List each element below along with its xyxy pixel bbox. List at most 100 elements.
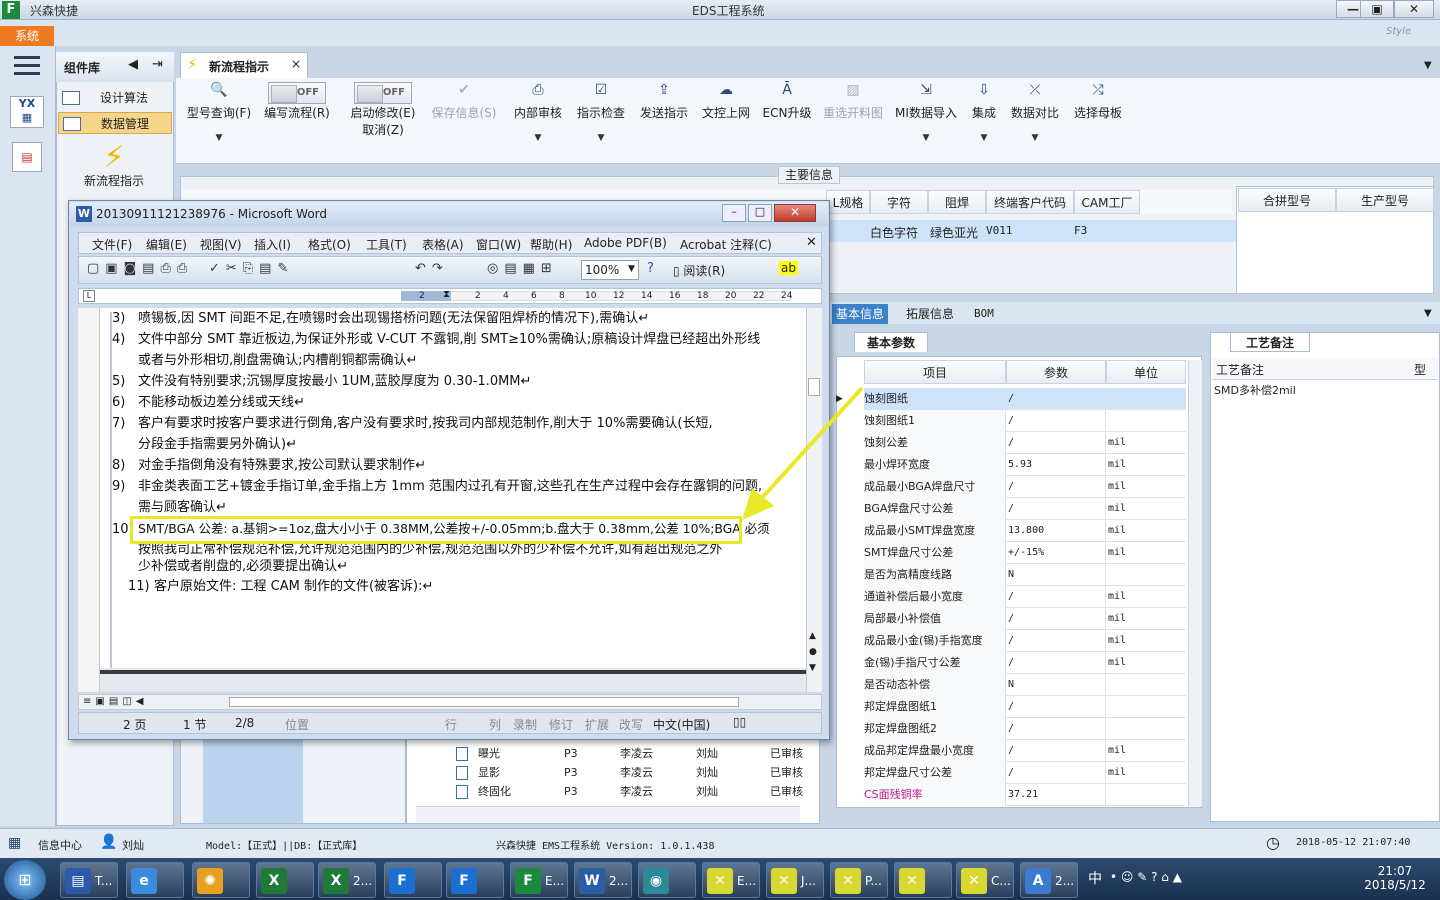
- table-row[interactable]: 白色字符 绿色亚光 V011 F3: [826, 220, 1236, 242]
- param-value[interactable]: /: [1006, 652, 1106, 674]
- read-mode-button[interactable]: ▯ 阅读(R): [673, 262, 725, 279]
- word-menu-item[interactable]: 文件(F): [92, 236, 132, 253]
- taskbar-item[interactable]: W 2...: [574, 862, 632, 898]
- document-line[interactable]: 6) 不能移动板边差分线或天线↵: [112, 392, 305, 413]
- instruction-check-button[interactable]: ☑ 指示检查 ▼: [572, 82, 630, 162]
- word-menu-item[interactable]: 工具(T): [366, 236, 407, 253]
- param-value[interactable]: /: [1006, 762, 1106, 784]
- param-value[interactable]: N: [1006, 564, 1106, 586]
- mi-import-button[interactable]: ⇲ MI数据导入 ▼: [892, 82, 960, 162]
- tab-close-icon[interactable]: ×: [291, 57, 301, 71]
- toolbar-icons-insert[interactable]: ◎▤▦⊞: [487, 261, 558, 276]
- pin-icon[interactable]: ⇥: [152, 57, 163, 72]
- zoom-select[interactable]: 100% ▼: [581, 260, 639, 280]
- param-row[interactable]: 通道补偿后最小宽度 / mil: [864, 586, 1186, 608]
- toggle-switch[interactable]: OFF: [354, 82, 412, 104]
- document-line[interactable]: 少补偿或者削盘的,必须要提出确认↵: [112, 556, 348, 577]
- word-minimize-button[interactable]: –: [722, 204, 746, 222]
- save-info-button[interactable]: ✔ 保存信息(S): [428, 82, 500, 162]
- tree-row[interactable]: 曝光 P3 李凌云 刘灿 已审核: [430, 744, 810, 763]
- taskbar-item[interactable]: e: [126, 862, 184, 898]
- status-overtype[interactable]: 改写: [619, 716, 643, 733]
- tab-bom[interactable]: BOM: [970, 304, 998, 324]
- model-search-button[interactable]: 🔍 型号查询(F) ▼: [184, 82, 254, 162]
- column-header[interactable]: 生产型号: [1336, 188, 1434, 212]
- taskbar-item[interactable]: A 2...: [1020, 862, 1078, 898]
- close-button[interactable]: ✕: [1394, 0, 1434, 18]
- param-row[interactable]: 成品最小BGA焊盘尺寸 / mil: [864, 476, 1186, 498]
- param-row[interactable]: 蚀刻图纸1/: [864, 410, 1186, 432]
- word-maximize-button[interactable]: □: [748, 204, 772, 222]
- column-header[interactable]: 工艺备注: [1216, 361, 1264, 378]
- tray-icons[interactable]: • ☺ ✎ ? ⌂ ▲: [1110, 870, 1230, 884]
- word-menu-item[interactable]: 编辑(E): [146, 236, 187, 253]
- tab-basic-params[interactable]: 基本参数: [854, 332, 928, 352]
- taskbar-item[interactable]: ✕ J...: [766, 862, 824, 898]
- column-header[interactable]: 项目: [864, 360, 1006, 384]
- system-tab[interactable]: 系统: [0, 26, 54, 46]
- ime-indicator[interactable]: 中: [1088, 868, 1102, 888]
- taskbar-item[interactable]: ▤ T...: [60, 862, 118, 898]
- tab-extended-info[interactable]: 拓展信息: [902, 304, 958, 324]
- status-language[interactable]: 中文(中国): [653, 716, 710, 733]
- word-menu-item[interactable]: 格式(O): [308, 236, 351, 253]
- param-row[interactable]: 金(锡)手指尺寸公差 / mil: [864, 652, 1186, 674]
- toolbar-icons-undo[interactable]: ↶↷: [415, 261, 449, 276]
- param-row[interactable]: 蚀刻公差 / mil: [864, 432, 1186, 454]
- new-flow-label[interactable]: 新流程指示: [84, 172, 144, 189]
- word-menu-item[interactable]: 帮助(H): [530, 236, 572, 253]
- param-row[interactable]: 是否动态补偿 N: [864, 674, 1186, 696]
- column-header[interactable]: L规格: [826, 190, 870, 214]
- param-value[interactable]: /: [1006, 696, 1106, 718]
- param-row[interactable]: 局部最小补偿值 / mil: [864, 608, 1186, 630]
- doc-online-button[interactable]: ☁ 文控上网: [698, 82, 754, 162]
- data-compare-button[interactable]: ⤫ 数据对比 ▼: [1008, 82, 1062, 162]
- param-value[interactable]: /: [1006, 388, 1106, 410]
- ecn-upgrade-button[interactable]: Ā ECN升级: [760, 82, 814, 162]
- internal-review-button[interactable]: ⎙ 内部审核 ▼: [508, 82, 568, 162]
- taskbar-item[interactable]: F E...: [510, 862, 568, 898]
- scroll-thumb[interactable]: [808, 378, 820, 396]
- param-value[interactable]: 37.21: [1006, 784, 1106, 806]
- param-value[interactable]: /: [1006, 476, 1106, 498]
- param-value[interactable]: 13.800: [1006, 520, 1106, 542]
- status-extend[interactable]: 扩展: [585, 716, 609, 733]
- yx-app-icon[interactable]: YX ▦: [10, 96, 44, 128]
- status-record[interactable]: 录制: [513, 716, 537, 733]
- param-row[interactable]: 邦定焊盘图纸1/: [864, 696, 1186, 718]
- component-item-data-management[interactable]: 数据管理: [58, 112, 172, 134]
- highlight-icon[interactable]: ab: [779, 261, 798, 275]
- taskbar-item[interactable]: ✕ C...: [956, 862, 1014, 898]
- word-doc-close-icon[interactable]: ✕: [806, 235, 817, 250]
- tab-basic-info[interactable]: 基本信息: [832, 304, 889, 324]
- tree-row[interactable]: 显影 P3 李凌云 刘灿 已审核: [430, 763, 810, 782]
- word-menu-item[interactable]: 窗口(W): [476, 236, 521, 253]
- lightning-icon[interactable]: ⚡: [100, 140, 128, 175]
- send-instruction-button[interactable]: ⇪ 发送指示: [636, 82, 692, 162]
- reselect-panel-button[interactable]: ▨ 重选开料图: [818, 82, 888, 162]
- param-row[interactable]: BGA焊盘尺寸公差 / mil: [864, 498, 1186, 520]
- info-center-link[interactable]: 信息中心: [38, 837, 82, 853]
- write-flow-toggle[interactable]: OFF 编写流程(R): [258, 82, 336, 162]
- param-value[interactable]: /: [1006, 740, 1106, 762]
- param-row[interactable]: 成品最小金(锡)手指宽度 / mil: [864, 630, 1186, 652]
- param-row[interactable]: 成品邦定焊盘最小宽度 / mil: [864, 740, 1186, 762]
- document-line[interactable]: 8) 对金手指倒角没有特殊要求,按公司默认要求制作↵: [112, 455, 426, 476]
- param-value[interactable]: N: [1006, 674, 1106, 696]
- start-button[interactable]: ⊞: [4, 860, 46, 900]
- taskbar-item[interactable]: ✕ P...: [830, 862, 888, 898]
- column-header[interactable]: 单位: [1106, 360, 1186, 384]
- param-row[interactable]: 邦定焊盘尺寸公差 / mil: [864, 762, 1186, 784]
- word-menu-item[interactable]: 插入(I): [254, 236, 291, 253]
- browse-icons[interactable]: ▲ ● ▼: [809, 628, 817, 676]
- param-row[interactable]: 蚀刻图纸 /: [864, 388, 1186, 410]
- book-icon[interactable]: ▯▯: [733, 715, 746, 729]
- hscroll-thumb[interactable]: [229, 697, 739, 707]
- param-row[interactable]: 最小焊环宽度 5.93 mil: [864, 454, 1186, 476]
- cancel-label[interactable]: 取消(Z): [344, 121, 422, 138]
- word-vertical-scrollbar[interactable]: ▲ ● ▼: [806, 308, 822, 692]
- word-menu-item[interactable]: 视图(V): [200, 236, 242, 253]
- taskbar-item[interactable]: F: [446, 862, 504, 898]
- param-value[interactable]: 5.93: [1006, 454, 1106, 476]
- toolbar-icons-edit[interactable]: ✓✂⎘▤✎: [209, 261, 294, 276]
